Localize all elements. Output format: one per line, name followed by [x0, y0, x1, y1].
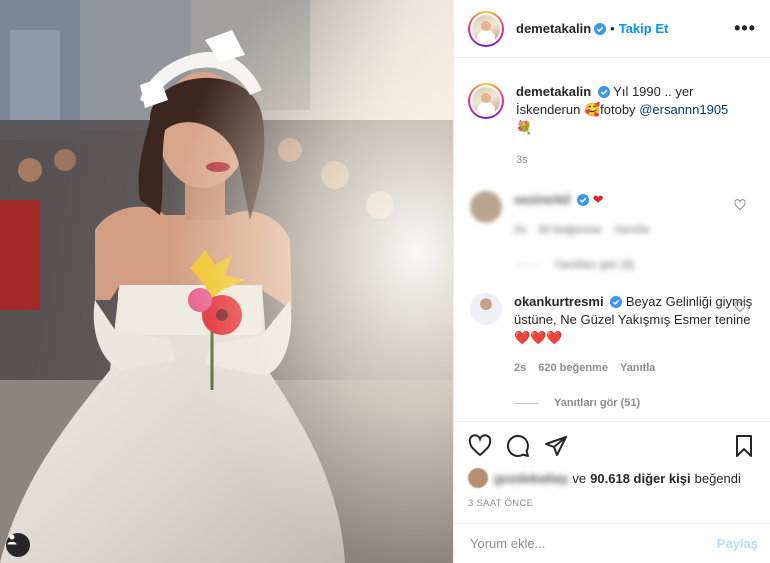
comment-time[interactable]: 2s — [514, 359, 526, 377]
verified-badge-icon — [610, 296, 623, 308]
verified-badge-icon — [577, 194, 589, 206]
comment-meta: 2s 620 beğenme Yanıtla — [514, 359, 754, 377]
comment-likes[interactable]: 93 beğenme — [538, 221, 602, 239]
likes-suffix: beğendi — [694, 470, 741, 486]
comments-list[interactable]: demetakalin Yıl 1990 .. yer İskenderun 🥰… — [454, 59, 770, 421]
instagram-post: demetakalin • Takip Et ••• demetakalin Y… — [0, 0, 770, 563]
likes-count[interactable]: 90.618 diğer kişi — [590, 471, 690, 486]
caption-body: demetakalin Yıl 1990 .. yer İskenderun 🥰… — [516, 83, 754, 169]
heart-emoji: ❤ — [592, 192, 604, 207]
commenter-username[interactable]: vezirerkil — [514, 192, 570, 207]
post-comment-button[interactable]: Paylaş — [717, 536, 758, 551]
comment-input[interactable] — [470, 536, 717, 551]
comment-item: okankurtresmi Beyaz Gelinliği giymiş üst… — [468, 293, 754, 377]
comment-item: vezirerkil ❤ 2s 93 beğenme Yanıtla — [468, 191, 754, 239]
light-flare — [0, 0, 453, 563]
heart-icon[interactable] — [734, 301, 746, 313]
likes-joiner: ve — [572, 470, 587, 486]
add-comment-bar: Paylaş — [454, 523, 770, 563]
liker-avatar — [468, 468, 488, 488]
author-avatar-image — [472, 14, 500, 43]
more-options-button[interactable]: ••• — [734, 18, 756, 39]
post-side-panel: demetakalin • Takip Et ••• demetakalin Y… — [453, 0, 770, 563]
view-replies-label: Yanıtları gör (51) — [554, 397, 641, 409]
view-replies-button[interactable]: Yanıtları gör (51) — [514, 397, 754, 409]
post-actions: gozdekaltay ve 90.618 diğer kişi beğendi… — [454, 421, 770, 509]
user-tag-icon[interactable] — [6, 533, 30, 557]
commenter-username[interactable]: okankurtresmi — [514, 294, 604, 309]
caption-username[interactable]: demetakalin — [516, 84, 591, 99]
person-icon — [7, 534, 17, 545]
view-replies-button[interactable]: Yanıtları gör (3) — [514, 259, 754, 271]
caption-timestamp[interactable]: 3s — [516, 151, 754, 169]
comment-time[interactable]: 2s — [514, 221, 526, 239]
action-bar — [468, 430, 756, 462]
heart-icon[interactable] — [734, 199, 746, 211]
author-avatar[interactable] — [468, 10, 504, 47]
heart-icon[interactable] — [468, 434, 492, 458]
view-replies-label: Yanıtları gör (3) — [554, 259, 635, 271]
comment-likes[interactable]: 620 beğenme — [538, 359, 608, 377]
share-icon[interactable] — [544, 434, 568, 458]
reply-button[interactable]: Yanıtla — [620, 359, 655, 377]
smiling-face-emoji: 🥰 — [583, 102, 601, 117]
reply-button[interactable]: Yanıtla — [614, 221, 649, 239]
verified-badge-icon — [597, 86, 610, 98]
photo-illustration — [0, 0, 453, 563]
caption-mention-link[interactable]: @ersannn1905 — [639, 102, 728, 117]
post-photo[interactable] — [0, 0, 453, 563]
commenter-avatar[interactable] — [470, 293, 502, 325]
comment-body: okankurtresmi Beyaz Gelinliği giymiş üst… — [514, 293, 754, 377]
author-username[interactable]: demetakalin — [516, 21, 591, 36]
post-caption: demetakalin Yıl 1990 .. yer İskenderun 🥰… — [468, 83, 754, 169]
separator-dot: • — [610, 21, 615, 36]
follow-button[interactable]: Takip Et — [619, 21, 669, 36]
likes-summary[interactable]: gozdekaltay ve 90.618 diğer kişi beğendi — [468, 468, 756, 488]
caption-text-2: fotoby — [600, 102, 636, 117]
bookmark-icon[interactable] — [732, 434, 756, 458]
caption-avatar-image — [472, 87, 500, 115]
verified-badge-icon — [594, 22, 607, 35]
bouquet-emoji: 💐 — [516, 120, 533, 135]
caption-author-avatar[interactable] — [468, 83, 504, 119]
hearts-emoji: ❤️❤️❤️ — [514, 330, 563, 345]
commenter-avatar[interactable] — [470, 191, 502, 223]
comment-meta: 2s 93 beğenme Yanıtla — [514, 221, 649, 239]
post-header: demetakalin • Takip Et ••• — [454, 0, 770, 58]
post-time-ago[interactable]: 3 SAAT ÖNCE — [468, 498, 756, 509]
comment-icon[interactable] — [506, 434, 530, 458]
comment-body: vezirerkil ❤ 2s 93 beğenme Yanıtla — [514, 191, 649, 239]
liker-username[interactable]: gozdekaltay — [494, 471, 568, 486]
